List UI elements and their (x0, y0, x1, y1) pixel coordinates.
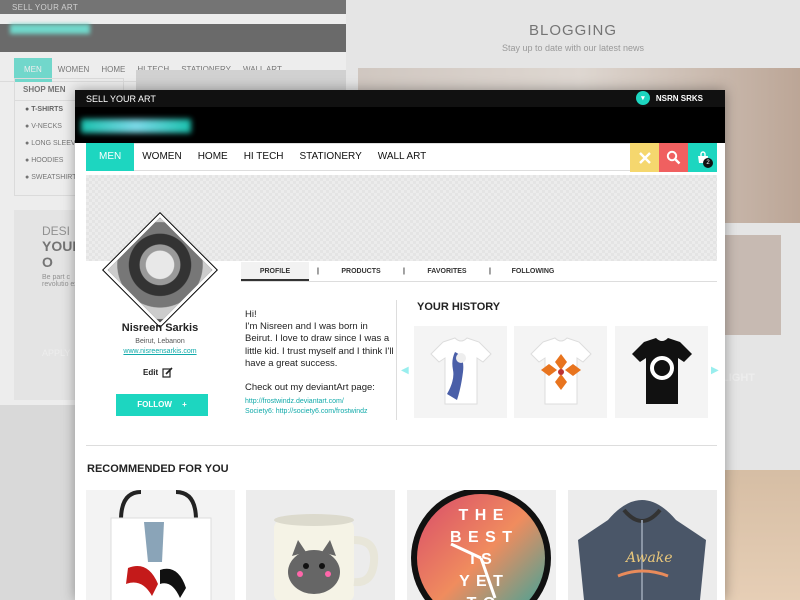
nav-icons: 2 (630, 143, 717, 172)
tools-button[interactable] (630, 143, 659, 172)
clock-word: T H E (458, 507, 505, 524)
edit-icon (162, 367, 173, 378)
history-item[interactable] (514, 326, 607, 418)
profile-window: SELL YOUR ART ▾ NSRN SRKS MEN WOMEN HOME… (75, 90, 725, 600)
recommended-item[interactable]: Awake (568, 490, 717, 600)
logo-bar (75, 107, 725, 143)
edit-label: Edit (143, 368, 159, 377)
cart-count-badge: 2 (703, 158, 713, 168)
divider (86, 445, 717, 446)
divider (396, 300, 397, 420)
nav-item-hi-tech[interactable]: HI TECH (236, 143, 292, 171)
blog-card-label: LIGHT (722, 372, 755, 384)
tab-following[interactable]: FOLLOWING (499, 262, 567, 281)
bio-deviantart-label: Check out my deviantArt page: (245, 382, 375, 394)
plus-icon: + (182, 400, 187, 409)
bg-topbar: SELL YOUR ART (0, 0, 346, 14)
search-button[interactable] (659, 143, 688, 172)
clock-text: T H E B E S T I S Y E T T O (407, 505, 556, 600)
nav-item-women[interactable]: WOMEN (134, 143, 189, 171)
recommended-item[interactable]: T H E B E S T I S Y E T T O (407, 490, 556, 600)
nav-item-men[interactable]: MEN (86, 143, 135, 171)
profile-tabs: PROFILE | PRODUCTS | FAVORITES | FOLLOWI… (241, 262, 717, 282)
chevron-down-icon: ▾ (635, 91, 650, 105)
user-menu[interactable]: ▾ NSRN SRKS (635, 91, 703, 105)
tools-icon (638, 151, 651, 164)
follow-label: FOLLOW (137, 400, 172, 409)
blog-title: BLOGGING (528, 22, 618, 39)
chevron-right-icon[interactable]: ▶ (711, 365, 719, 376)
tab-products[interactable]: PRODUCTS (327, 262, 395, 281)
hoodie-image: Awake (578, 500, 706, 600)
society6-link[interactable]: Society6: http://society6.com/frostwindz (245, 407, 395, 417)
site-logo[interactable] (81, 119, 191, 133)
deviantart-link[interactable]: http://frostwindz.deviantart.com/ (245, 397, 395, 407)
svg-text:Awake: Awake (624, 550, 673, 566)
blog-image (721, 470, 800, 600)
top-bar: SELL YOUR ART ▾ NSRN SRKS (75, 90, 725, 107)
profile-location: Beirut, Lebanon (135, 338, 185, 345)
recommended-title: RECOMMENDED FOR YOU (87, 463, 229, 475)
clock-word: T O (407, 593, 556, 600)
recommended-item[interactable] (86, 490, 235, 600)
cart-button[interactable]: 2 (688, 143, 717, 172)
history-item[interactable] (615, 326, 708, 418)
tab-favorites[interactable]: FAVORITES (413, 262, 481, 281)
bg-logo (0, 24, 346, 52)
clock-word: Y E T (459, 573, 504, 590)
clock-word: B E S T (449, 529, 513, 546)
nav-item-wall-art[interactable]: WALL ART (370, 143, 435, 171)
tab-separator: | (403, 268, 405, 275)
mug-image (274, 514, 379, 600)
site-tagline[interactable]: SELL YOUR ART (86, 94, 156, 104)
bio-greeting: Hi! (245, 309, 257, 320)
profile-name: Nisreen Sarkis (121, 322, 199, 334)
recommended-item[interactable] (246, 490, 395, 600)
profile-links: http://frostwindz.deviantart.com/ Societ… (245, 397, 395, 417)
tab-separator: | (489, 268, 491, 275)
tshirt-image (529, 337, 592, 405)
search-icon (666, 150, 681, 165)
tshirt-image (631, 338, 692, 404)
tote-bag-image (110, 490, 212, 600)
follow-button[interactable]: FOLLOW + (116, 394, 208, 416)
tab-separator: | (317, 268, 319, 275)
profile-website-link[interactable]: www.nisreensarkis.com (86, 348, 234, 355)
history-title: YOUR HISTORY (417, 301, 501, 313)
clock-word: I S (470, 551, 493, 568)
bio-text: I'm Nisreen and I was born in Beirut. I … (245, 321, 394, 369)
chevron-left-icon[interactable]: ◀ (401, 365, 409, 376)
blog-image (721, 235, 781, 335)
main-nav: MEN WOMEN HOME HI TECH STATIONERY WALL A… (86, 143, 717, 172)
profile-bio: Hi! I'm Nisreen and I was born in Beirut… (245, 309, 395, 394)
edit-button[interactable]: Edit (143, 367, 173, 378)
blog-subtitle: Stay up to date with our latest news (501, 43, 645, 53)
history-item[interactable] (414, 326, 507, 418)
user-name: NSRN SRKS (655, 93, 703, 103)
nav-item-home[interactable]: HOME (190, 143, 236, 171)
tab-profile[interactable]: PROFILE (241, 262, 309, 281)
bg-banner-top: DESI (42, 224, 71, 238)
tshirt-image (429, 337, 492, 405)
nav-item-stationery[interactable]: STATIONERY (292, 143, 370, 171)
